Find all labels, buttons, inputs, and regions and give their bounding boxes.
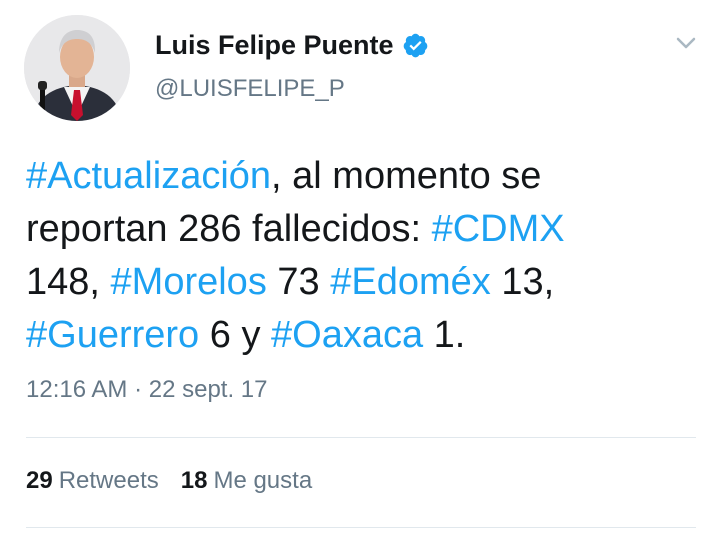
- divider: [26, 437, 696, 438]
- divider: [26, 527, 696, 528]
- tweet-text-segment: reportan 286 fallecidos:: [26, 208, 432, 250]
- author-handle[interactable]: @LUISFELIPE_P: [155, 75, 345, 103]
- tweet-text-segment: 6 y: [199, 314, 272, 356]
- likes-label: Me gusta: [213, 467, 313, 494]
- retweets-label: Retweets: [58, 467, 159, 494]
- retweets-count: 29: [26, 467, 53, 494]
- retweets-stat[interactable]: 29 Retweets: [26, 467, 159, 495]
- tweet-timestamp[interactable]: 12:16 AM · 22 sept. 17: [26, 376, 268, 404]
- tweet-line: reportan 286 fallecidos: #CDMX: [26, 203, 706, 256]
- hashtag-link[interactable]: #Edoméx: [330, 261, 491, 303]
- tweet-text-segment: 73: [266, 261, 331, 303]
- hashtag-link[interactable]: #Guerrero: [26, 314, 199, 356]
- tweet-line: 148, #Morelos 73 #Edoméx 13,: [26, 256, 706, 309]
- tweet-line: #Guerrero 6 y #Oaxaca 1.: [26, 309, 706, 362]
- tweet-stats: 29 Retweets 18 Me gusta: [26, 467, 312, 495]
- tweet-text-segment: 1.: [423, 314, 466, 356]
- tweet-card: Luis Felipe Puente @LUISFELIPE_P #Actual…: [0, 0, 720, 539]
- hashtag-link[interactable]: #Oaxaca: [271, 314, 423, 356]
- likes-stat[interactable]: 18 Me gusta: [181, 467, 312, 495]
- chevron-down-icon[interactable]: [670, 30, 702, 56]
- tweet-text: #Actualización, al momento se reportan 2…: [26, 150, 706, 362]
- tweet-text-segment: , al momento se: [271, 155, 542, 197]
- author-name-row[interactable]: Luis Felipe Puente: [155, 30, 429, 61]
- verified-badge-icon: [402, 32, 429, 59]
- hashtag-link[interactable]: #Actualización: [26, 155, 271, 197]
- tweet-text-segment: 148,: [26, 261, 111, 303]
- avatar[interactable]: [24, 15, 130, 121]
- tweet-line: #Actualización, al momento se: [26, 150, 706, 203]
- hashtag-link[interactable]: #Morelos: [111, 261, 267, 303]
- tweet-text-segment: 13,: [490, 261, 555, 303]
- likes-count: 18: [180, 467, 208, 494]
- avatar-photo: [24, 15, 130, 121]
- author-display-name[interactable]: Luis Felipe Puente: [155, 30, 394, 61]
- hashtag-link[interactable]: #CDMX: [432, 208, 565, 250]
